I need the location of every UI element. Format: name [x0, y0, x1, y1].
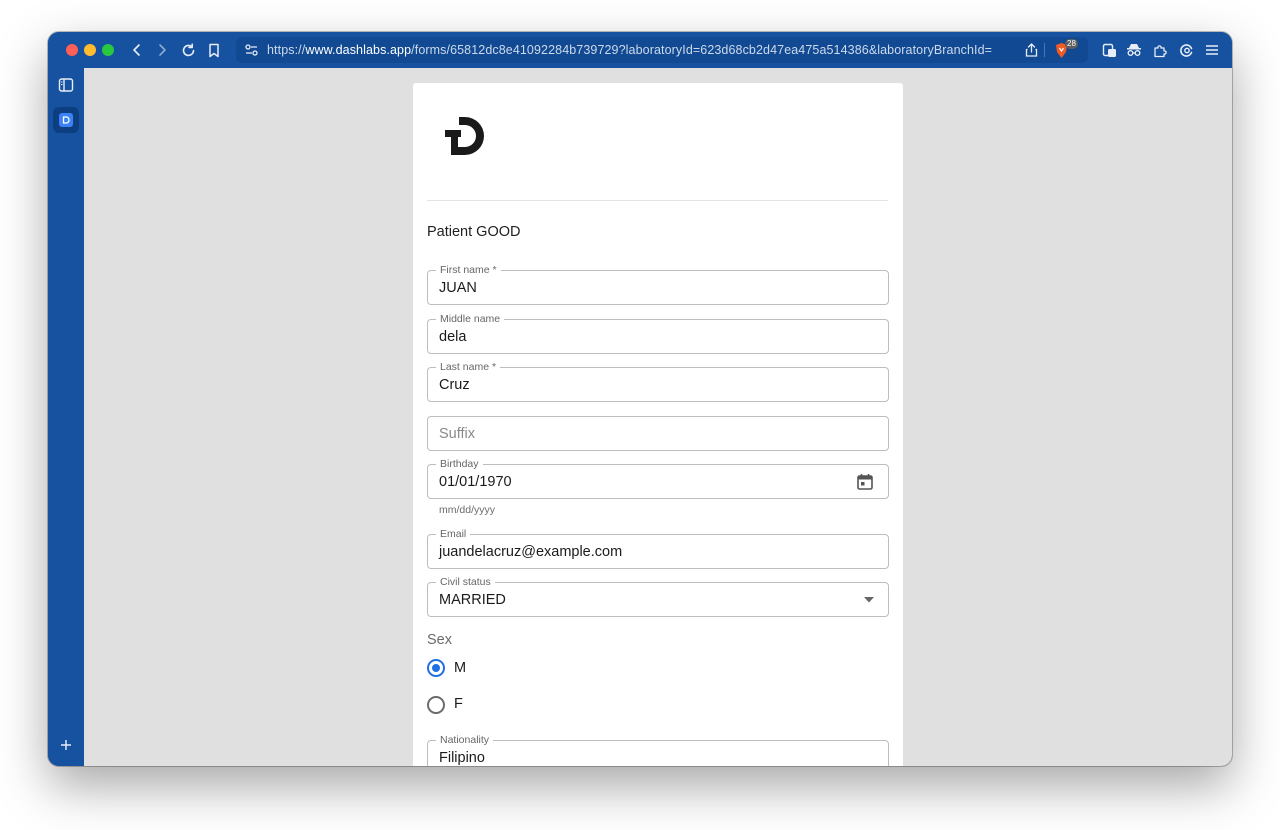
middle-name-field[interactable]: Middle name dela [427, 313, 889, 354]
header-divider [427, 200, 888, 201]
zoom-window-button[interactable] [102, 44, 114, 56]
first-name-required-mark: * [492, 264, 497, 276]
url-prefix: https:// [267, 43, 306, 57]
site-settings-icon[interactable] [245, 44, 258, 56]
middle-name-label: Middle name [436, 313, 505, 325]
bookmark-button[interactable] [204, 40, 224, 60]
browser-window: https://www.dashlabs.app/forms/65812dc8e… [48, 32, 1232, 766]
share-icon[interactable] [1025, 43, 1038, 57]
last-name-label-text: Last name [440, 361, 490, 373]
sex-radio-m[interactable] [427, 659, 445, 677]
address-divider [1044, 43, 1045, 57]
suffix-field[interactable]: Suffix [427, 416, 889, 451]
patient-form-card: Patient GOOD First name * JUAN Middle na… [413, 83, 903, 766]
extensions-icon [1153, 44, 1167, 57]
sex-label: Sex [427, 632, 452, 648]
sex-option-m-label[interactable]: M [454, 660, 466, 676]
dashlabs-favicon-icon [62, 116, 70, 124]
wallet-icon [1102, 43, 1116, 57]
suffix-placeholder: Suffix [439, 426, 476, 442]
forward-icon [159, 44, 166, 56]
birthday-field[interactable]: Birthday 01/01/1970 [427, 458, 889, 499]
incognito-icon [1127, 44, 1141, 56]
dashlabs-favicon [59, 113, 73, 127]
first-name-label-text: First name [440, 264, 490, 276]
form-title: Patient GOOD [427, 224, 521, 240]
last-name-value: Cruz [439, 377, 470, 393]
last-name-required-mark: * [491, 361, 497, 373]
add-sidebar-item-button[interactable] [59, 738, 73, 752]
bookmark-icon [209, 43, 219, 57]
birthday-label: Birthday [436, 458, 483, 470]
middle-name-value: dela [439, 329, 467, 345]
last-name-field[interactable]: Last name * Cruz [427, 361, 889, 402]
email-field[interactable]: Email juandelacruz@example.com [427, 528, 889, 569]
nationality-label: Nationality [436, 734, 494, 746]
sex-option-f-label[interactable]: F [454, 696, 463, 712]
dashlabs-logo [445, 117, 484, 155]
calendar-icon[interactable] [856, 473, 874, 491]
sidebar-tab-dashlabs[interactable] [53, 107, 79, 133]
back-button[interactable] [127, 40, 147, 60]
nationality-field[interactable]: Nationality Filipino [427, 734, 889, 766]
address-bar[interactable]: https://www.dashlabs.app/forms/65812dc8e… [236, 37, 1088, 63]
page-viewport: Patient GOOD First name * JUAN Middle na… [84, 68, 1232, 766]
minimize-window-button[interactable] [84, 44, 96, 56]
url-text[interactable]: https://www.dashlabs.app/forms/65812dc8e… [267, 43, 992, 57]
email-value: juandelacruz@example.com [439, 544, 623, 560]
reload-icon [182, 42, 194, 56]
close-window-button[interactable] [66, 44, 78, 56]
civil-status-label: Civil status [436, 576, 495, 588]
first-name-label: First name * [436, 264, 501, 276]
leo-ai-button[interactable] [1177, 41, 1195, 59]
wallet-button[interactable] [1100, 41, 1118, 59]
back-icon [133, 44, 140, 56]
civil-status-value: MARRIED [439, 592, 506, 608]
birthday-value: 01/01/1970 [439, 474, 512, 490]
civil-status-select[interactable]: Civil status MARRIED [427, 576, 889, 617]
dropdown-arrow-icon [864, 597, 874, 603]
url-path: /forms/65812dc8e41092284b739729?laborato… [411, 43, 993, 57]
sidebar-toggle-button[interactable] [58, 77, 74, 93]
first-name-value: JUAN [439, 280, 477, 296]
main-menu-button[interactable] [1203, 41, 1221, 59]
forward-button[interactable] [152, 40, 172, 60]
add-icon [61, 740, 71, 750]
incognito-button[interactable] [1125, 41, 1143, 59]
url-domain: www.dashlabs.app [305, 43, 412, 57]
email-label: Email [436, 528, 471, 540]
reload-button[interactable] [178, 40, 198, 60]
last-name-label: Last name * [436, 361, 501, 373]
menu-icon [1206, 45, 1218, 55]
sex-radio-f[interactable] [427, 696, 445, 714]
title-bar: https://www.dashlabs.app/forms/65812dc8e… [48, 32, 1232, 68]
birthday-helper-text: mm/dd/yyyy [439, 504, 496, 516]
first-name-field[interactable]: First name * JUAN [427, 264, 889, 305]
extensions-button[interactable] [1151, 41, 1169, 59]
sidebar-toggle-icon [58, 78, 74, 92]
nationality-value: Filipino [439, 750, 485, 766]
leo-icon [1179, 43, 1192, 57]
browser-sidebar [48, 68, 84, 766]
shields-count-badge: 28 [1065, 39, 1078, 49]
